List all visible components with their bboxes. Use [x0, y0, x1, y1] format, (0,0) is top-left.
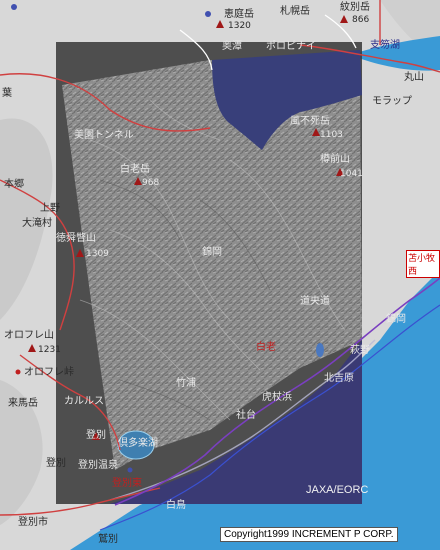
- label-orofure-toge: オロフレ峠: [24, 367, 74, 378]
- label-morappu: モラップ: [372, 96, 412, 107]
- copyright-notice: Copyright1999 INCREMENT P CORP.: [220, 527, 398, 542]
- label-tokushun-betsu: 徳舜瞥山: [56, 233, 96, 244]
- label-karurusu: カルルス: [64, 396, 104, 407]
- label-noboribetsu-onsen: 登別温泉: [78, 460, 118, 471]
- label-kasa: 葉: [2, 88, 12, 99]
- label-shadai: 社台: [236, 410, 256, 421]
- label-kamino: 上野: [40, 203, 60, 214]
- label-ippon-matsu: 錦岡: [202, 247, 222, 258]
- label-sapporo-dake: 札幌岳: [280, 6, 310, 17]
- label-noboribetsu-2: 登別: [46, 458, 66, 469]
- label-noboribetsu-higashi: 登別東: [112, 478, 142, 489]
- label-noboribetsu-shi: 登別市: [18, 517, 48, 528]
- label-shirataki: 白老岳: [120, 164, 150, 175]
- label-shiraoi: 白老: [256, 342, 276, 353]
- label-washibetsu: 鷲別: [98, 534, 118, 545]
- label-shirataki-elev: 968: [142, 178, 160, 188]
- label-okotan: 奥潭: [222, 41, 242, 52]
- label-tokushun-elev: 1309: [86, 249, 109, 259]
- label-monbetsu-elev: 866: [352, 15, 370, 25]
- label-fuppushi-dake: 風不死岳: [290, 116, 330, 127]
- label-raiba-dake: 来馬岳: [8, 398, 38, 409]
- label-bizen-tunnel: 美園トンネル: [74, 130, 134, 141]
- label-tarumae-elev: 1041: [340, 169, 363, 179]
- label-noboribetsu: 登別: [86, 430, 106, 441]
- label-tarumae-san: 樽前山: [320, 154, 350, 165]
- label-monbetsu-dake: 紋別岳: [340, 2, 370, 13]
- label-takeura: 竹浦: [176, 378, 196, 389]
- label-otaki: 大滝村: [22, 218, 52, 229]
- label-hagino: 萩野: [350, 345, 370, 356]
- map-canvas: [0, 0, 440, 550]
- label-eniwa-elev: 1320: [228, 21, 251, 31]
- label-kita-yoshihara: 北吉原: [324, 373, 354, 384]
- label-hakuchou: 白鳥: [166, 500, 186, 511]
- label-orofure-elev: 1231: [38, 345, 61, 355]
- label-fuppushi-elev: 1103: [320, 130, 343, 140]
- label-eniwa-dake: 恵庭岳: [224, 9, 254, 20]
- label-nishiki-oka: 錦岡: [386, 314, 406, 325]
- label-shikotsu-ko: 支笏湖: [370, 40, 400, 51]
- map-view[interactable]: 恵庭岳 1320 札幌岳 紋別岳 866 支笏湖 奥潭 ポロピナイ 丸山 モラッ…: [0, 0, 440, 550]
- data-credit: JAXA/EORC: [306, 484, 369, 496]
- label-hon-go: 本郷: [4, 179, 24, 190]
- label-michi: 道央道: [300, 296, 330, 307]
- label-poropinai: ポロピナイ: [266, 41, 316, 52]
- label-kuttara-ko: 倶多楽湖: [118, 438, 158, 449]
- label-marukoma: 丸山: [404, 72, 424, 83]
- label-kojohama: 虎杖浜: [262, 392, 292, 403]
- label-tomakomai-nishi: 苫小牧西: [406, 250, 440, 278]
- label-orofure-yama: オロフレ山: [4, 330, 54, 341]
